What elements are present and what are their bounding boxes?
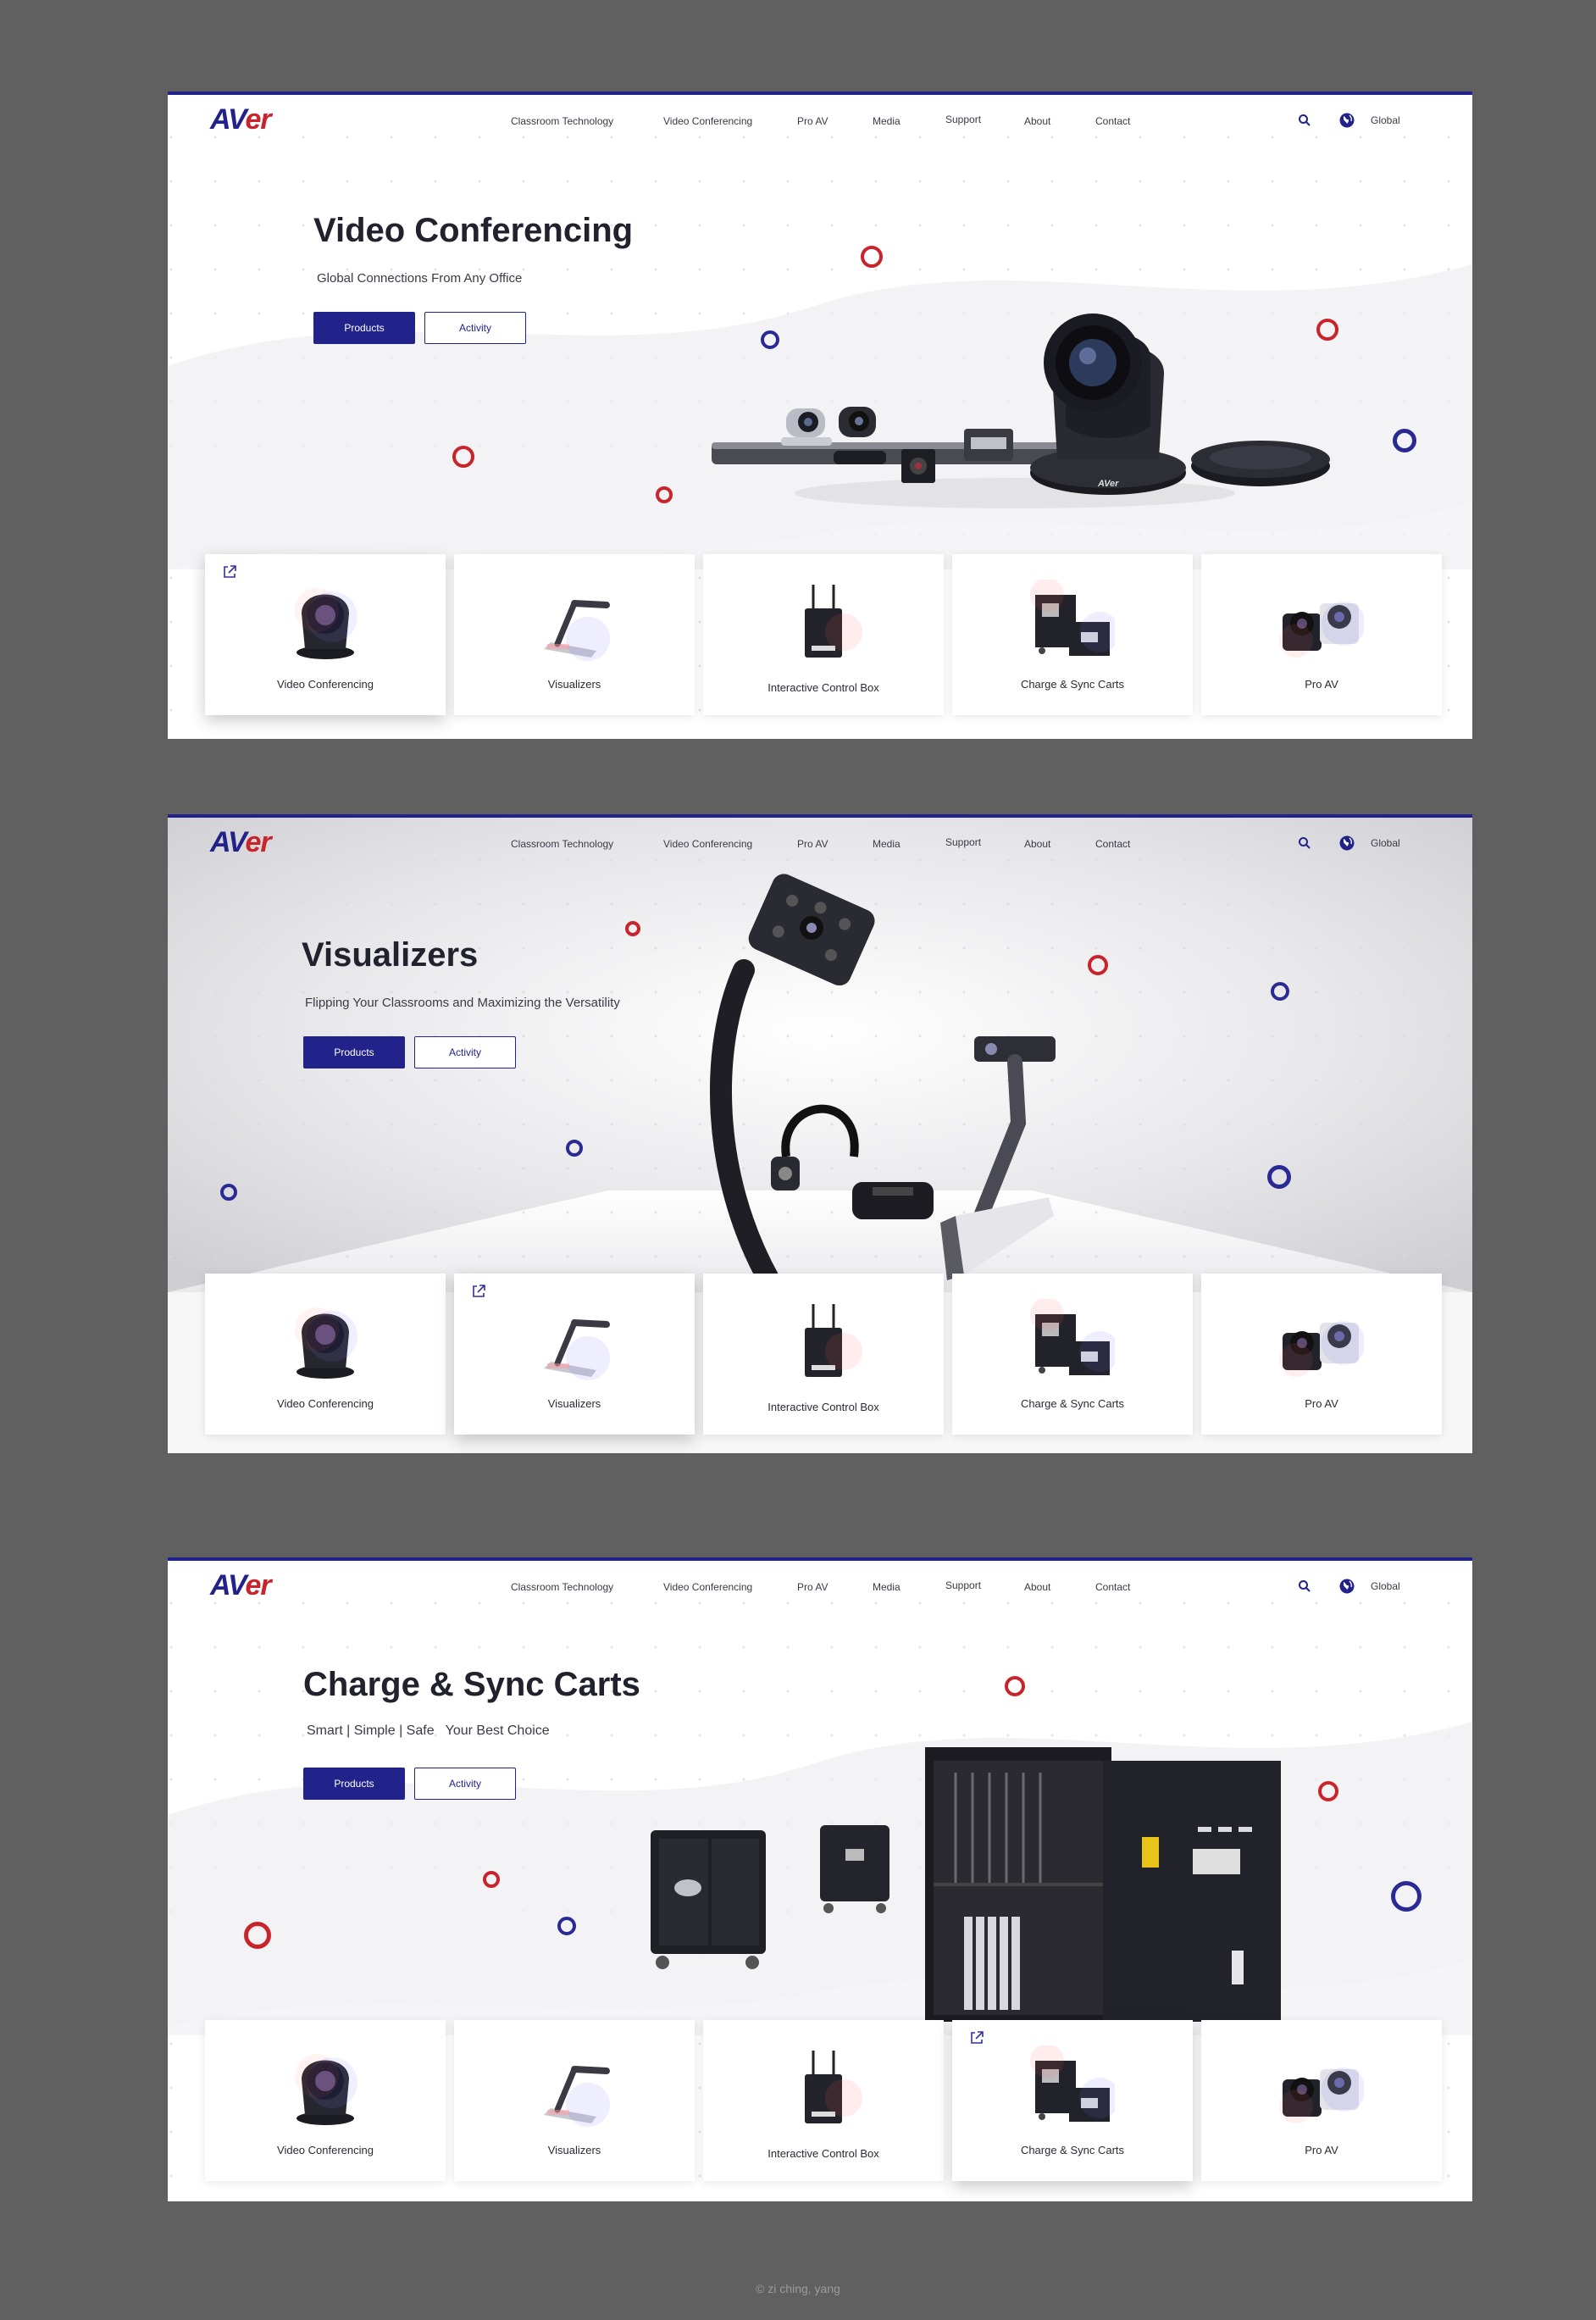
visualizer-icon — [544, 600, 610, 661]
conference-camera-icon — [295, 588, 357, 659]
charge-cart-icon — [1030, 1299, 1115, 1375]
visualizer-icon — [544, 1319, 610, 1380]
external-link-icon[interactable] — [969, 2030, 984, 2045]
conference-camera-icon — [295, 2054, 357, 2125]
card-label: Pro AV — [1305, 2144, 1338, 2156]
product-card-charge-sync-carts[interactable]: Charge & Sync Carts — [952, 1274, 1193, 1435]
card-label: Video Conferencing — [277, 1397, 374, 1410]
product-card-visualizers[interactable]: Visualizers — [454, 554, 695, 715]
card-label: Charge & Sync Carts — [1020, 678, 1125, 691]
card-label: Visualizers — [547, 2144, 601, 2156]
card-label: Charge & Sync Carts — [1020, 2144, 1125, 2156]
product-card-video-conferencing[interactable]: Video Conferencing — [205, 1274, 446, 1435]
card-label: Interactive Control Box — [768, 681, 879, 694]
screen-visualizers: AVer Classroom Technology Video Conferen… — [168, 814, 1472, 1453]
card-label: Video Conferencing — [277, 678, 374, 691]
card-label: Video Conferencing — [277, 2144, 374, 2156]
control-box-icon — [805, 2051, 862, 2123]
charge-cart-icon — [1030, 580, 1115, 656]
product-card-pro-av[interactable]: Pro AV — [1201, 2020, 1442, 2181]
card-label: Charge & Sync Carts — [1020, 1397, 1125, 1410]
product-card-interactive-control-box[interactable]: Interactive Control Box — [703, 554, 944, 715]
card-label: Interactive Control Box — [768, 2147, 879, 2160]
product-card-visualizers[interactable]: Visualizers — [454, 2020, 695, 2181]
screen-charge-sync-carts: AVer Classroom Technology Video Conferen… — [168, 1557, 1472, 2201]
card-label: Pro AV — [1305, 1397, 1338, 1410]
product-card-video-conferencing[interactable]: Video Conferencing — [205, 2020, 446, 2181]
product-card-charge-sync-carts[interactable]: Charge & Sync Carts — [952, 2020, 1193, 2181]
conference-camera-icon — [295, 1307, 357, 1379]
external-link-icon[interactable] — [222, 564, 237, 580]
product-card-charge-sync-carts[interactable]: Charge & Sync Carts — [952, 554, 1193, 715]
product-card-visualizers[interactable]: Visualizers — [454, 1274, 695, 1435]
card-label: Visualizers — [547, 678, 601, 691]
charge-cart-icon — [1030, 2045, 1115, 2122]
card-label: Visualizers — [547, 1397, 601, 1410]
product-card-pro-av[interactable]: Pro AV — [1201, 554, 1442, 715]
ptz-camera-icon — [1279, 2067, 1364, 2123]
product-card-interactive-control-box[interactable]: Interactive Control Box — [703, 2020, 944, 2181]
svg-text:AVer: AVer — [1097, 479, 1119, 489]
control-box-icon — [805, 1304, 862, 1377]
ptz-camera-icon — [1279, 602, 1364, 658]
ptz-camera-icon — [1279, 1321, 1364, 1377]
card-label: Pro AV — [1305, 678, 1338, 691]
product-card-video-conferencing[interactable]: Video Conferencing — [205, 554, 446, 715]
screen-video-conferencing: AVer Classroom Technology Video Conferen… — [168, 92, 1472, 739]
product-card-pro-av[interactable]: Pro AV — [1201, 1274, 1442, 1435]
card-label: Interactive Control Box — [768, 1401, 879, 1413]
control-box-icon — [805, 585, 862, 658]
product-card-interactive-control-box[interactable]: Interactive Control Box — [703, 1274, 944, 1435]
author-credit: © zi ching, yang — [756, 2282, 840, 2295]
external-link-icon[interactable] — [471, 1284, 486, 1299]
visualizer-icon — [544, 2066, 610, 2127]
